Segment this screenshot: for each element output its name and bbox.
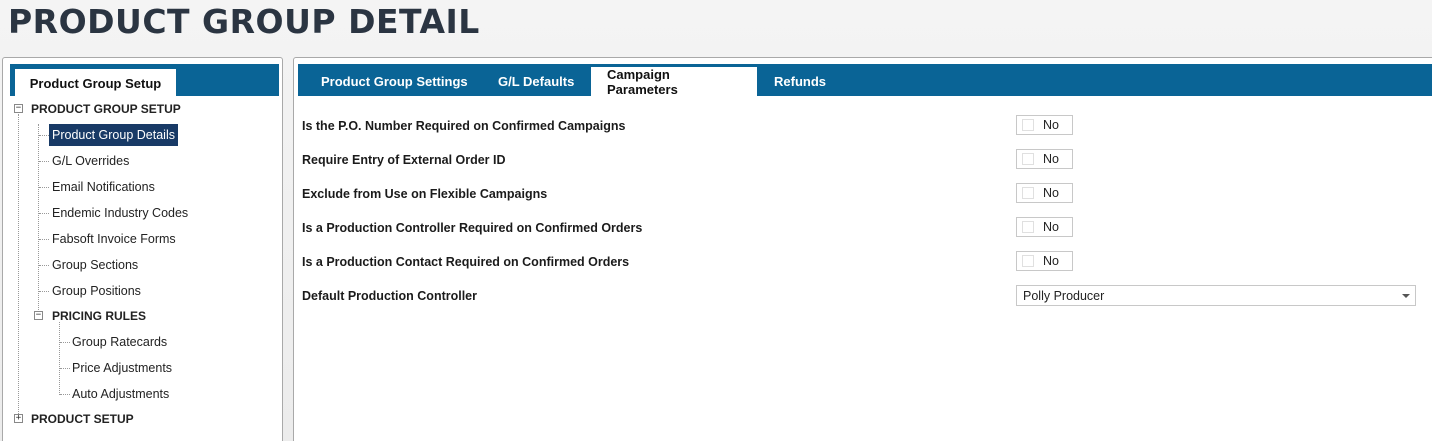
tree-item-price-adjustments[interactable]: Price Adjustments xyxy=(72,357,172,379)
tree-group-pricing-rules[interactable]: PRICING RULES xyxy=(52,305,146,327)
tree-item-group-positions[interactable]: Group Positions xyxy=(52,280,141,302)
tree-group-product-group-setup[interactable]: PRODUCT GROUP SETUP xyxy=(31,98,181,120)
external-order-id-checkbox[interactable] xyxy=(1022,153,1034,165)
tab-gl-defaults[interactable]: G/L Defaults xyxy=(482,67,590,96)
default-production-controller-value: Polly Producer xyxy=(1023,289,1105,303)
po-required-value: No xyxy=(1043,118,1059,132)
tree-item-gl-overrides[interactable]: G/L Overrides xyxy=(52,150,129,172)
content-panel: Product Group Settings G/L Defaults Camp… xyxy=(293,57,1432,441)
po-required-checkbox[interactable] xyxy=(1022,119,1034,131)
exclude-flexible-toggle[interactable]: No xyxy=(1016,183,1073,203)
production-controller-required-label: Is a Production Controller Required on C… xyxy=(302,221,643,235)
nav-tree: − PRODUCT GROUP SETUP Product Group Deta… xyxy=(3,58,282,441)
collapse-product-group-setup-icon[interactable]: − xyxy=(14,104,23,113)
tree-item-fabsoft-invoice-forms[interactable]: Fabsoft Invoice Forms xyxy=(52,228,176,250)
page-title: PRODUCT GROUP DETAIL xyxy=(8,2,480,41)
expand-product-setup-icon[interactable]: + xyxy=(14,414,23,423)
content-tab-bar: Product Group Settings G/L Defaults Camp… xyxy=(298,64,1432,97)
tree-item-group-sections[interactable]: Group Sections xyxy=(52,254,138,276)
po-required-label: Is the P.O. Number Required on Confirmed… xyxy=(302,119,626,133)
tree-item-product-group-details[interactable]: Product Group Details xyxy=(49,124,178,146)
production-controller-required-checkbox[interactable] xyxy=(1022,221,1034,233)
tab-refunds[interactable]: Refunds xyxy=(758,67,842,96)
tab-campaign-parameters[interactable]: Campaign Parameters xyxy=(591,67,757,97)
tree-item-endemic-industry-codes[interactable]: Endemic Industry Codes xyxy=(52,202,188,224)
tree-item-auto-adjustments[interactable]: Auto Adjustments xyxy=(72,383,169,405)
exclude-flexible-value: No xyxy=(1043,186,1059,200)
chevron-down-icon[interactable] xyxy=(1397,286,1415,305)
default-production-controller-select[interactable]: Polly Producer xyxy=(1016,285,1416,306)
production-controller-required-value: No xyxy=(1043,220,1059,234)
tree-item-group-ratecards[interactable]: Group Ratecards xyxy=(72,331,167,353)
exclude-flexible-label: Exclude from Use on Flexible Campaigns xyxy=(302,187,548,201)
collapse-pricing-rules-icon[interactable]: − xyxy=(34,311,43,320)
external-order-id-value: No xyxy=(1043,152,1059,166)
production-contact-required-toggle[interactable]: No xyxy=(1016,251,1073,271)
production-controller-required-toggle[interactable]: No xyxy=(1016,217,1073,237)
tree-item-email-notifications[interactable]: Email Notifications xyxy=(52,176,155,198)
external-order-id-toggle[interactable]: No xyxy=(1016,149,1073,169)
default-production-controller-label: Default Production Controller xyxy=(302,289,477,303)
production-contact-required-checkbox[interactable] xyxy=(1022,255,1034,267)
left-nav-panel: Product Group Setup − PRODUCT GROUP SETU… xyxy=(2,57,283,441)
exclude-flexible-checkbox[interactable] xyxy=(1022,187,1034,199)
po-required-toggle[interactable]: No xyxy=(1016,115,1073,135)
production-contact-required-value: No xyxy=(1043,254,1059,268)
tab-product-group-settings[interactable]: Product Group Settings xyxy=(305,67,484,96)
tree-group-product-setup[interactable]: PRODUCT SETUP xyxy=(31,408,134,430)
production-contact-required-label: Is a Production Contact Required on Conf… xyxy=(302,255,630,269)
external-order-id-label: Require Entry of External Order ID xyxy=(302,153,506,167)
